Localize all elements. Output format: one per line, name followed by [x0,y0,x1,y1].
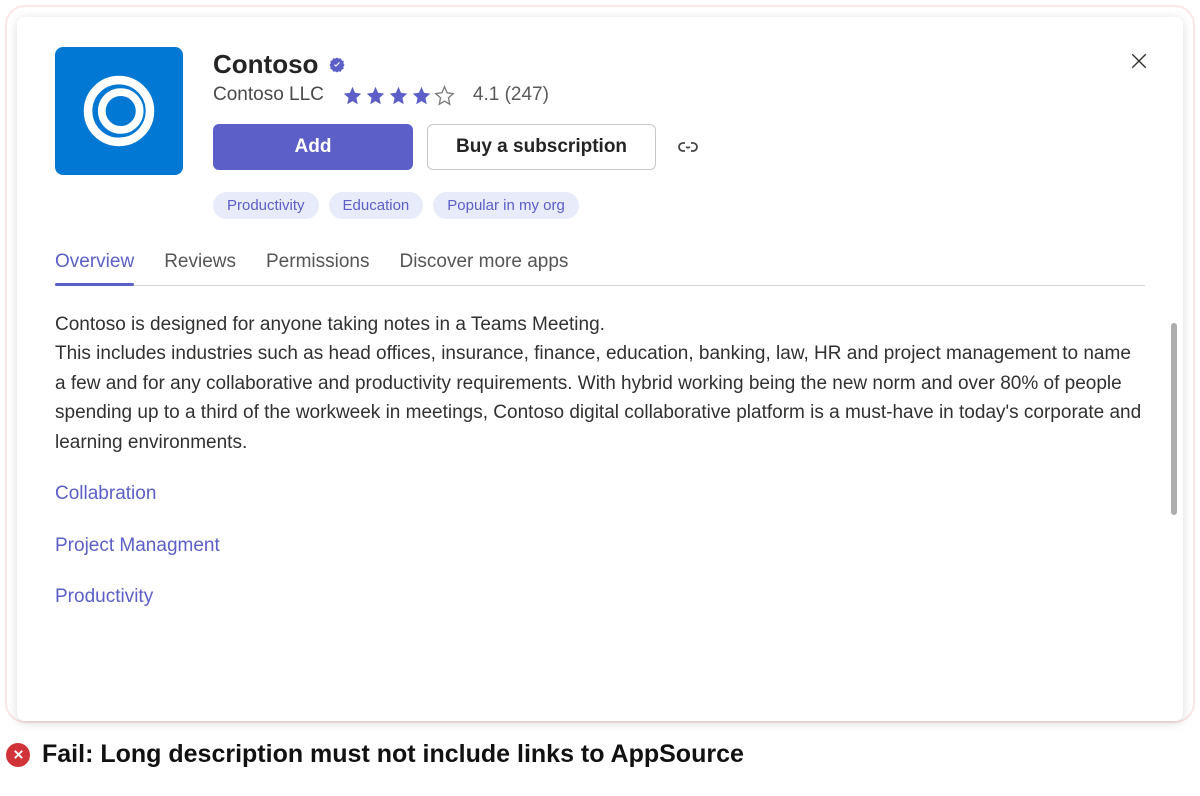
link-collaboration[interactable]: Collabration [55,479,1145,508]
close-icon [1130,52,1148,70]
close-button[interactable] [1125,47,1153,75]
star-filled-icon [365,85,386,106]
meta-row: Contoso LLC 4.1 (247) [213,84,1145,106]
action-buttons: Add Buy a subscription [213,124,1145,170]
scrollbar-thumb[interactable] [1171,323,1177,515]
x-icon [12,748,25,761]
title-row: Contoso [213,49,1145,80]
rating-text: 4.1 (247) [473,84,549,106]
app-header-info: Contoso Contoso LLC 4.1 (247) [213,47,1145,219]
chip-popular[interactable]: Popular in my org [433,192,579,219]
app-title: Contoso [213,49,318,80]
description-links: Collabration Project Managment Productiv… [55,479,1145,611]
tab-reviews[interactable]: Reviews [164,251,236,285]
add-button[interactable]: Add [213,124,413,170]
link-productivity[interactable]: Productivity [55,582,1145,611]
star-empty-icon [434,85,455,106]
tab-discover[interactable]: Discover more apps [399,251,568,285]
star-filled-icon [411,85,432,106]
verified-badge-icon [328,56,346,74]
contoso-logo-icon [76,68,162,154]
app-header: Contoso Contoso LLC 4.1 (247) [55,47,1145,219]
app-detail-card: Contoso Contoso LLC 4.1 (247) [17,17,1183,721]
guideline-footer: Fail: Long description must not include … [6,740,744,769]
link-project-management[interactable]: Project Managment [55,531,1145,560]
guideline-frame: Contoso Contoso LLC 4.1 (247) [5,5,1195,723]
star-rating [342,85,455,106]
publisher-name: Contoso LLC [213,84,324,106]
tab-overview[interactable]: Overview [55,251,134,285]
star-filled-icon [342,85,363,106]
buy-subscription-button[interactable]: Buy a subscription [427,124,656,170]
app-logo [55,47,183,175]
description-body: This includes industries such as head of… [55,339,1145,457]
chip-education[interactable]: Education [329,192,424,219]
category-chips: Productivity Education Popular in my org [213,192,1145,219]
copy-link-button[interactable] [670,129,706,165]
description-line1: Contoso is designed for anyone taking no… [55,310,1145,339]
overview-content: Contoso is designed for anyone taking no… [55,310,1145,612]
chip-productivity[interactable]: Productivity [213,192,319,219]
guideline-text: Fail: Long description must not include … [42,740,744,769]
tab-permissions[interactable]: Permissions [266,251,369,285]
link-icon [676,135,700,159]
star-filled-icon [388,85,409,106]
detail-tabs: Overview Reviews Permissions Discover mo… [55,251,1145,286]
fail-icon [6,743,30,767]
